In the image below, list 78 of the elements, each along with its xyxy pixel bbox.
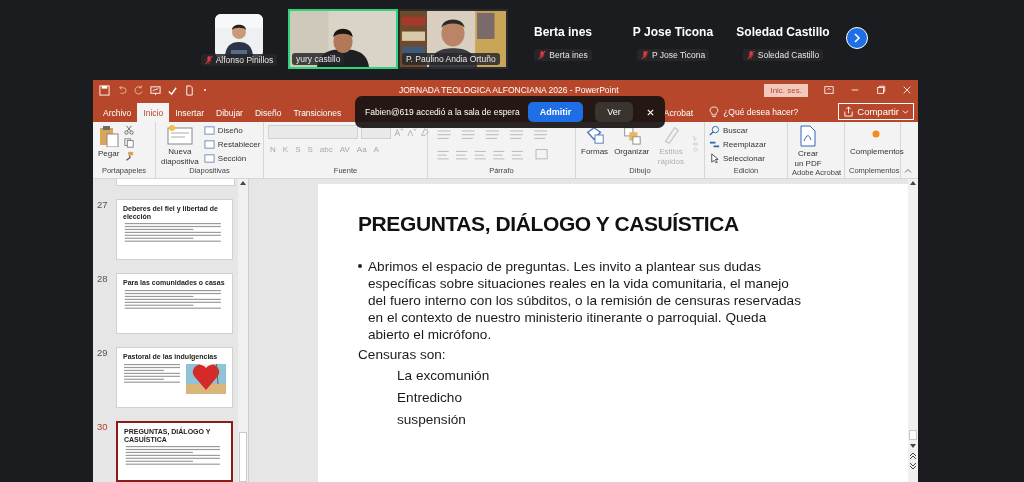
slide-text: Censuras son: bbox=[358, 347, 447, 362]
list-item: Entredicho bbox=[397, 390, 463, 406]
participant-name: Alfonso Pinillos bbox=[200, 54, 278, 66]
scrollbar-thumb[interactable] bbox=[239, 432, 247, 482]
list-item: La excomunión bbox=[397, 368, 491, 384]
ribbon-button[interactable]: Buscar bbox=[709, 125, 767, 136]
list-item: suspensión bbox=[397, 412, 467, 428]
slide-number: 30 bbox=[96, 421, 109, 434]
notification-message: Fabien@619 accedió a la sala de espera bbox=[365, 107, 520, 117]
cursor-icon bbox=[709, 153, 720, 164]
ribbon-tab[interactable]: Archivo bbox=[97, 103, 138, 122]
ribbon-tab[interactable]: Inicio bbox=[137, 103, 170, 122]
scroll-down-icon[interactable] bbox=[909, 442, 917, 450]
ribbon-button[interactable]: Sección bbox=[203, 153, 261, 164]
ribbon-tab[interactable]: Diseño bbox=[248, 103, 288, 122]
view-button[interactable]: Ver bbox=[595, 102, 633, 122]
lightbulb-icon[interactable] bbox=[709, 106, 720, 118]
spelling-icon[interactable] bbox=[167, 84, 178, 96]
participant-name: P Jose Ticona bbox=[636, 49, 710, 61]
close-icon[interactable] bbox=[646, 107, 655, 117]
slide-number: 29 bbox=[96, 347, 109, 360]
ribbon-button[interactable]: Diseño bbox=[203, 125, 261, 136]
participant-name: yury castillo bbox=[292, 53, 345, 65]
chevron-right-icon bbox=[852, 33, 862, 43]
new-slide-icon bbox=[166, 125, 193, 145]
ribbon-tab[interactable]: Transiciones bbox=[287, 103, 348, 122]
slide-layout-icon bbox=[203, 125, 215, 136]
participant-display-name: Soledad Castillo bbox=[736, 25, 830, 39]
customize-icon[interactable] bbox=[201, 86, 209, 94]
format-painter-icon[interactable] bbox=[124, 151, 135, 161]
next-page-button[interactable] bbox=[846, 27, 868, 49]
slideshow-icon[interactable] bbox=[150, 84, 161, 96]
participant-display-name: Berta ines bbox=[534, 25, 592, 39]
shapes-icon bbox=[584, 125, 605, 145]
pdf-icon bbox=[798, 125, 818, 147]
participant-display-name: P Jose Ticona bbox=[632, 25, 714, 39]
add-ins-button[interactable]: Complementos bbox=[849, 125, 903, 157]
participant-name: P. Paulino Andia Ortuño bbox=[402, 53, 500, 65]
window-title: JORNADA TEOLOGICA ALFONCIANA 2026 - PowerPoint bbox=[399, 85, 620, 95]
search-icon bbox=[709, 125, 720, 136]
restore-icon[interactable] bbox=[876, 85, 886, 95]
slide-number: 27 bbox=[96, 199, 109, 212]
ribbon-button[interactable]: Formas bbox=[580, 125, 610, 157]
sign-in-button[interactable]: Inic. ses. bbox=[764, 83, 808, 97]
copy-icon[interactable] bbox=[124, 138, 135, 148]
share-icon bbox=[843, 106, 855, 117]
ribbon-button[interactable]: Reemplazar bbox=[709, 139, 767, 150]
text-lines-drawing bbox=[123, 363, 183, 386]
redo-icon[interactable] bbox=[133, 84, 144, 96]
new-slide-button[interactable]: Nueva diapositiva bbox=[160, 125, 200, 167]
slide-layout-icon bbox=[203, 139, 215, 150]
slide-number: 28 bbox=[96, 273, 109, 286]
slide-title: PREGUNTAS, DIÁLOGO Y CASUÍSTICA bbox=[358, 212, 740, 236]
ribbon-button[interactable]: Restablecer bbox=[203, 139, 261, 150]
share-button[interactable]: Compartir bbox=[838, 103, 914, 120]
ribbon-button[interactable]: Seleccionar bbox=[709, 153, 767, 164]
participant-name: Soledad Castillo bbox=[742, 49, 824, 61]
tell-me-search[interactable]: ¿Qué desea hacer? bbox=[723, 107, 799, 117]
create-pdf-button[interactable]: Crear un PDF bbox=[792, 125, 824, 169]
previous-slide-icon[interactable] bbox=[909, 452, 917, 460]
ribbon-tab[interactable]: Insertar bbox=[169, 103, 210, 122]
undo-icon[interactable] bbox=[116, 84, 127, 96]
slide-layout-icon bbox=[203, 153, 215, 164]
admit-button[interactable]: Admitir bbox=[527, 102, 584, 122]
replace-icon bbox=[709, 139, 720, 150]
caret-icon bbox=[902, 108, 909, 115]
participant-name: Berta ines bbox=[534, 49, 592, 61]
slide-thumbnail[interactable] bbox=[116, 179, 235, 186]
cut-icon[interactable] bbox=[124, 125, 135, 135]
ribbon-tab[interactable]: Dibujar bbox=[210, 103, 249, 122]
clipboard-icon bbox=[98, 125, 119, 147]
new-file-icon[interactable] bbox=[184, 84, 195, 96]
paste-button[interactable]: Pegar bbox=[97, 125, 121, 159]
save-icon[interactable] bbox=[99, 84, 110, 96]
ribbon-display-icon[interactable] bbox=[824, 85, 834, 95]
next-slide-icon[interactable] bbox=[909, 462, 917, 470]
scrollbar-thumb[interactable] bbox=[909, 430, 917, 440]
bullet-text: Abrimos el espacio de preguntas. Les invito a plantear sus dudas específicas sobre situaciones reales en la vida comunitaria, el manejo del fuero interno con los súbditos, o la remisión de censuras reservadas en el contexto de nuestro ministerio itinerante o parroquial. Queda abierto el micrófono. bbox=[368, 258, 802, 343]
